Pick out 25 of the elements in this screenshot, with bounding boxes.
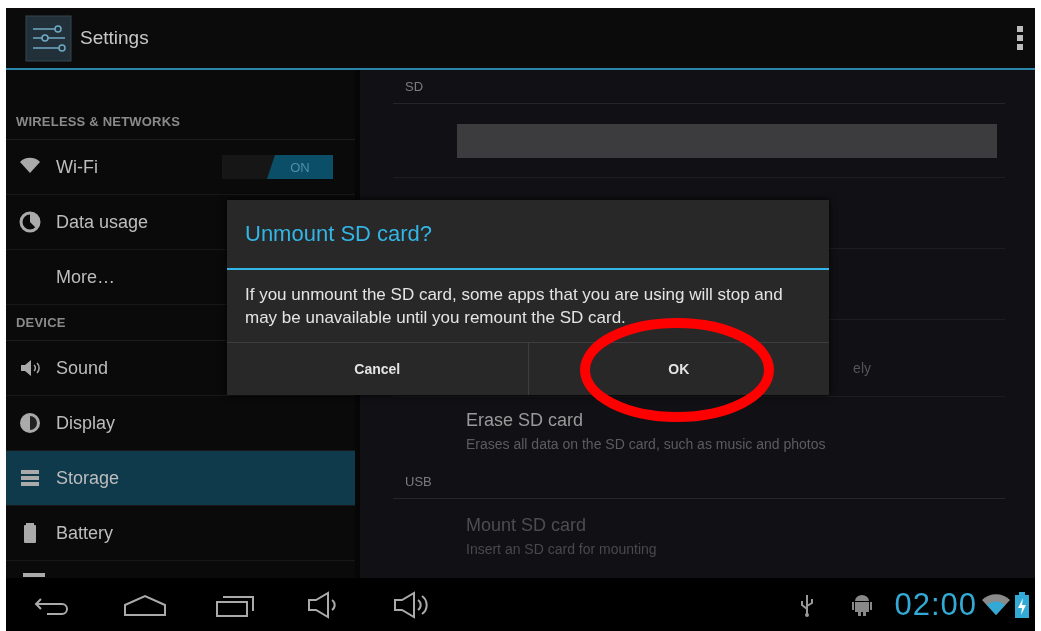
list-icon <box>23 571 45 577</box>
overflow-menu-icon[interactable] <box>1017 26 1023 50</box>
sidebar-item[interactable]: Storage <box>6 451 355 506</box>
sidebar-item[interactable]: Battery <box>6 506 355 561</box>
dialog-button[interactable]: OK <box>527 343 829 395</box>
sidebar-item[interactable]: Wi-Fi ON <box>6 140 355 195</box>
battery-charging-icon <box>1015 591 1029 618</box>
pie-chart-icon <box>18 210 42 234</box>
usb-icon <box>800 592 815 617</box>
volume-down-icon[interactable] <box>307 590 339 619</box>
settings-icon[interactable] <box>25 14 72 62</box>
dialog-message: If you unmount the SD card, some apps that you are using will stop and may be unavailable until you remount the SD card. <box>227 270 829 343</box>
home-icon[interactable] <box>123 592 167 617</box>
item-summary: ely <box>853 360 871 376</box>
android-icon <box>852 592 873 617</box>
app-title: Settings <box>80 27 150 49</box>
clock-time: 02:00 <box>894 586 977 623</box>
wifi-icon <box>981 593 1011 616</box>
volume-up-icon[interactable] <box>393 590 429 619</box>
section-header: SD <box>405 79 424 94</box>
brightness-icon <box>18 411 42 435</box>
section-header: DEVICE <box>16 315 66 330</box>
section-header: USB <box>405 473 432 489</box>
section-header: WIRELESS & NETWORKS <box>16 114 181 129</box>
preference-item[interactable]: Erase SD card Erases all data on the SD card, such as music and photos <box>393 397 1005 464</box>
